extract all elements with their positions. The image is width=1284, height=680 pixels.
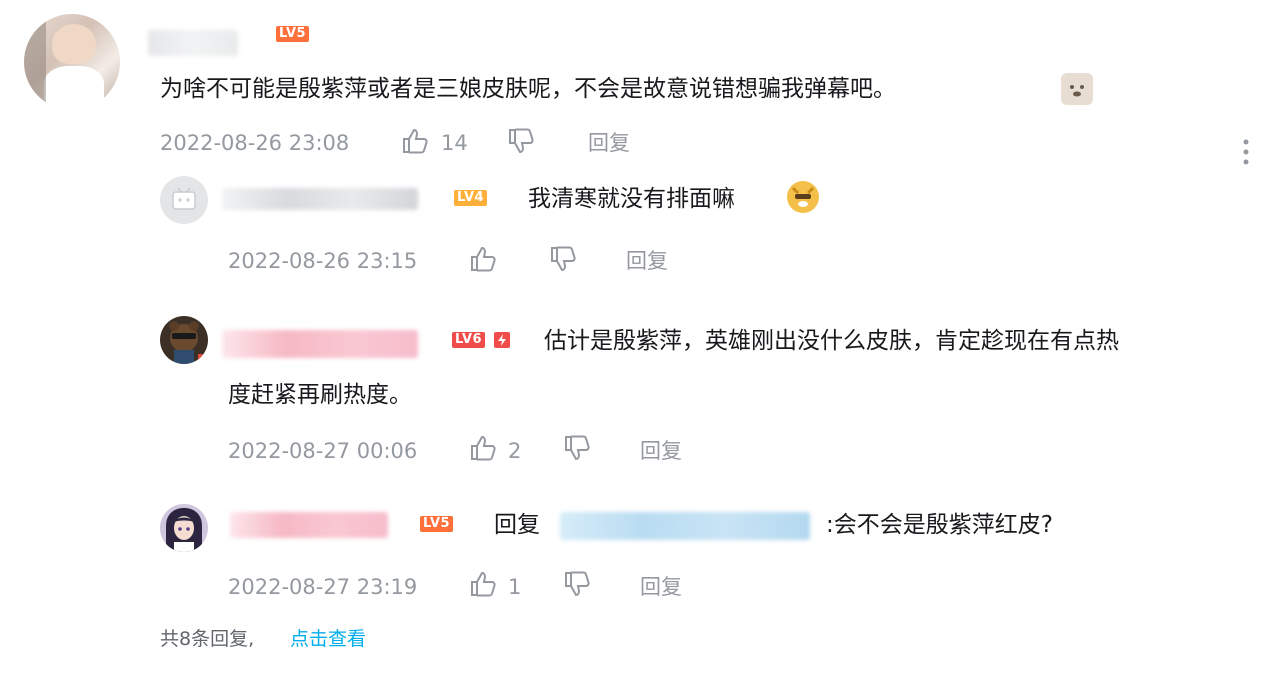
thumbs-down-icon[interactable]	[562, 569, 592, 603]
thumbs-up-icon[interactable]	[468, 569, 498, 603]
reply-button[interactable]: 回复	[626, 248, 668, 274]
thumbs-up-icon[interactable]	[468, 244, 498, 278]
reply-button[interactable]: 回复	[588, 130, 630, 156]
doge-emoji-icon	[786, 180, 820, 214]
thumbs-up-icon[interactable]	[468, 433, 498, 467]
thumbs-down-icon[interactable]	[548, 244, 578, 278]
level-badge: LV5	[420, 516, 454, 532]
thumbs-down-icon[interactable]	[506, 126, 536, 160]
reply-time: 2022-08-27 23:19	[228, 575, 418, 599]
like-count: 2	[508, 439, 522, 463]
reply-time: 2022-08-27 00:06	[228, 439, 418, 463]
username-redacted[interactable]	[230, 512, 388, 538]
mentioned-user-redacted[interactable]	[560, 512, 810, 540]
username-redacted[interactable]	[222, 188, 418, 210]
thumbs-down-icon[interactable]	[562, 433, 592, 467]
username-redacted[interactable]	[222, 330, 418, 358]
reply-text-line1: 估计是殷紫萍，英雄刚出没什么皮肤，肯定趁现在有点热	[544, 328, 1119, 354]
more-options-icon[interactable]	[1240, 138, 1252, 172]
avatar[interactable]	[160, 504, 208, 552]
reply-text-line2: 度赶紧再刷热度。	[228, 382, 412, 408]
reply-button[interactable]: 回复	[640, 438, 682, 464]
reply-text: :会不会是殷紫萍红皮?	[826, 512, 1053, 538]
comment-text: 为啥不可能是殷紫萍或者是三娘皮肤呢，不会是故意说错想骗我弹幕吧。	[160, 76, 896, 102]
reply-button[interactable]: 回复	[640, 574, 682, 600]
avatar[interactable]	[160, 176, 208, 224]
thumbs-up-icon[interactable]	[400, 126, 430, 160]
view-all-replies-link[interactable]: 点击查看	[290, 627, 366, 651]
like-count: 1	[508, 575, 522, 599]
level-badge: LV4	[454, 190, 488, 206]
lightning-icon	[494, 332, 510, 348]
level-badge: LV6	[452, 332, 486, 348]
dog-emoji-icon	[1060, 72, 1094, 106]
reply-prefix: 回复	[494, 512, 540, 538]
level-badge: LV5	[276, 26, 310, 42]
like-count: 14	[441, 131, 468, 155]
total-replies-text: 共8条回复,	[160, 628, 255, 650]
comment-time: 2022-08-26 23:08	[160, 131, 350, 155]
username-redacted[interactable]	[148, 30, 238, 56]
reply-time: 2022-08-26 23:15	[228, 249, 418, 273]
avatar[interactable]	[24, 14, 120, 110]
reply-text: 我清寒就没有排面嘛	[528, 186, 735, 212]
avatar[interactable]	[160, 316, 208, 364]
